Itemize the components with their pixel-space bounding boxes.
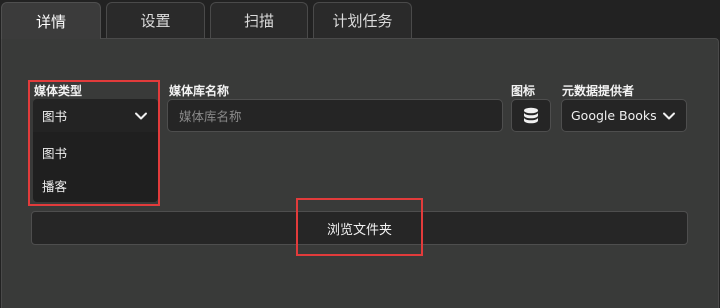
tab-details-label: 详情	[35, 12, 66, 31]
media-type-value: 图书	[42, 109, 68, 124]
chevron-down-icon	[663, 112, 675, 119]
library-name-placeholder: 媒体库名称	[179, 109, 242, 124]
metadata-provider-value: Google Books	[571, 108, 657, 123]
media-type-option-podcast[interactable]: 播客	[42, 176, 67, 195]
metadata-provider-label: 元数据提供者	[562, 84, 635, 98]
tab-bar: 详情 设置 扫描 计划任务	[0, 0, 720, 39]
tab-scheduled-tasks[interactable]: 计划任务	[313, 2, 412, 38]
database-icon	[524, 107, 538, 123]
browse-folder-label: 浏览文件夹	[326, 222, 392, 238]
chevron-down-icon	[135, 112, 147, 119]
browse-folder-button[interactable]: 浏览文件夹	[31, 211, 688, 245]
media-type-dropdown: 图书 播客	[33, 132, 158, 202]
library-name-label: 媒体库名称	[169, 84, 230, 98]
tab-settings-label: 设置	[140, 12, 171, 30]
tab-settings[interactable]: 设置	[106, 2, 205, 38]
tab-scan-label: 扫描	[243, 12, 274, 30]
icon-picker-button[interactable]	[511, 99, 551, 132]
metadata-provider-select[interactable]: Google Books	[561, 99, 687, 132]
media-type-option-book[interactable]: 图书	[42, 143, 67, 162]
media-type-select[interactable]: 图书	[33, 99, 158, 132]
media-type-label: 媒体类型	[34, 84, 83, 98]
tab-scheduled-tasks-label: 计划任务	[332, 12, 393, 30]
library-name-input[interactable]: 媒体库名称	[167, 99, 503, 132]
icon-label: 图标	[511, 84, 536, 98]
tab-scan[interactable]: 扫描	[210, 2, 308, 38]
tab-details[interactable]: 详情	[1, 2, 101, 39]
